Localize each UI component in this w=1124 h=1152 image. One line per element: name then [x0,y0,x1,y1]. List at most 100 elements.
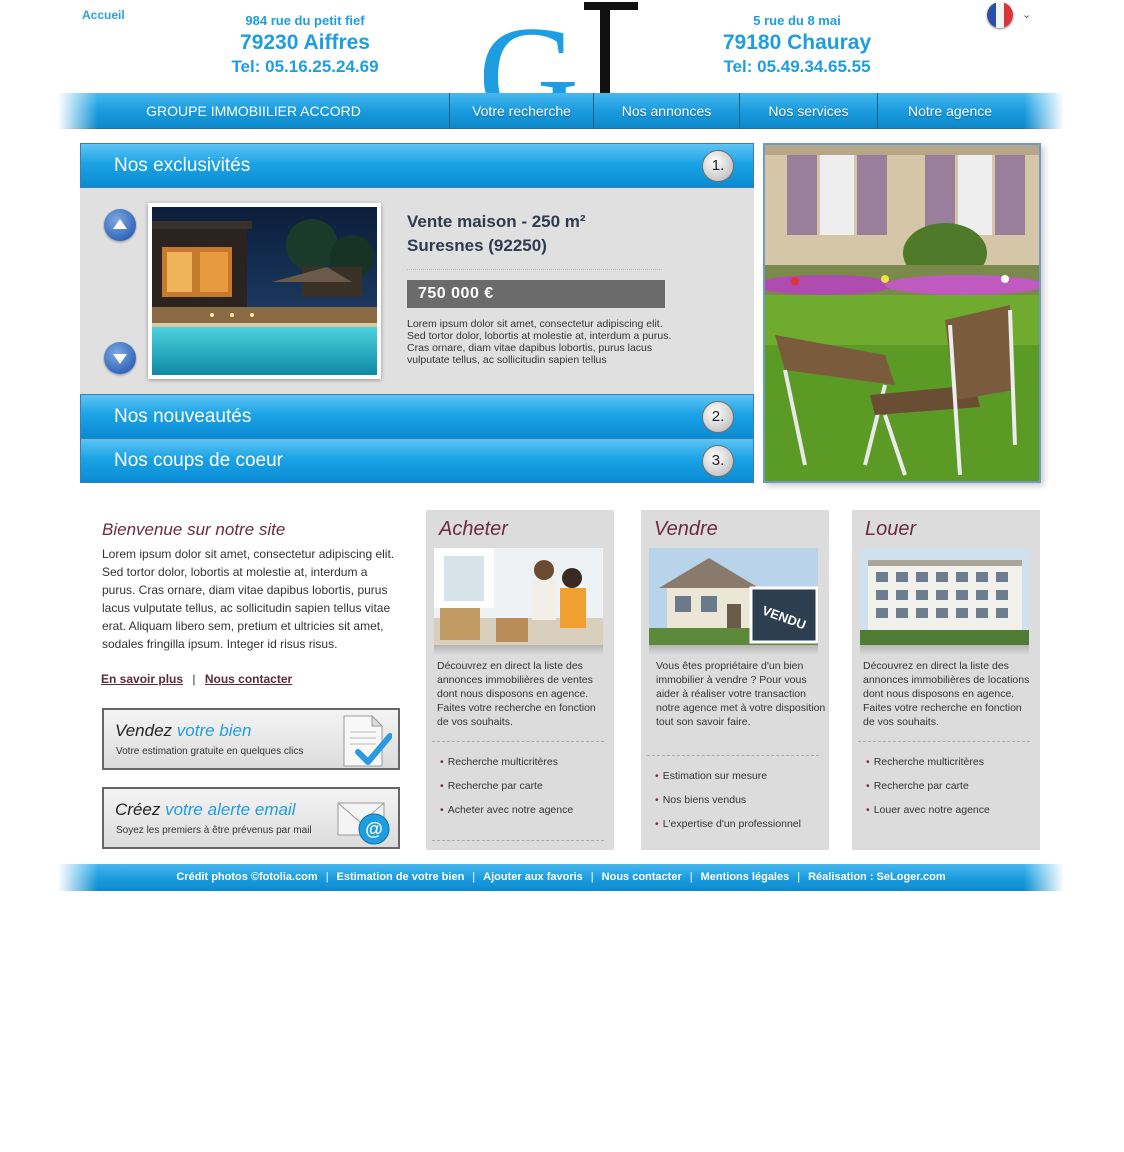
footer-separator: | [689,871,693,883]
tab-label: Nos exclusivités [114,155,251,176]
office-phone: Tel: 05.49.34.65.55 [723,57,871,76]
couple-moving-photo[interactable] [434,548,603,645]
promo-title-main: Créez [115,800,161,819]
tab-label: Nos coups de coeur [114,450,283,471]
footer-link-credits[interactable]: Crédit photos ©fotolia.com [176,871,317,883]
footer-bar: Crédit photos ©fotolia.com | Estimation de… [58,864,1064,891]
promo-title-accent: votre bien [176,721,252,740]
email-at-icon: @ [336,793,392,847]
tab-exclusivites[interactable]: Nos exclusivités 1. [80,143,754,188]
nav-brand[interactable]: GROUPE IMMOBIILIER ACCORD [58,93,449,129]
card-link[interactable]: Nos biens vendus [655,788,801,812]
card-link-list: Recherche multicritères Recherche par ca… [440,750,574,822]
tab-coups-de-coeur[interactable]: Nos coups de coeur 3. [80,438,754,483]
apartment-building-photo[interactable] [860,548,1029,645]
card-link-list: Recherche multicritères Recherche par ca… [866,750,990,822]
card-link[interactable]: Recherche multicritères [440,750,573,774]
card-rent: Louer Découvrez en direct la liste des a… [852,510,1040,850]
footer-links: Crédit photos ©fotolia.com | Estimation de… [58,864,1064,891]
promo-title-accent: votre alerte email [165,800,296,819]
card-title[interactable]: Vendre [654,518,718,541]
footer-separator: | [590,871,594,883]
office-city: 79180 Chauray [722,31,872,54]
sell-estimate-button[interactable]: Vendez votre bien Votre estimation gratu… [102,708,400,770]
svg-text:@: @ [365,819,383,839]
home-link[interactable]: Accueil [82,8,125,22]
office-address-chauray: 5 rue du 8 mai 79180 Chauray Tel: 05.49.… [697,13,897,77]
listing-description: Lorem ipsum dolor sit amet, consectetur … [407,318,672,366]
card-link-list: Estimation sur mesure Nos biens vendus L… [655,764,801,836]
office-street: 984 rue du petit fief [245,13,365,28]
document-check-icon [336,714,393,768]
photo-shadow [860,645,1029,655]
nav-item-recherche[interactable]: Votre recherche [449,93,593,129]
footer-separator: | [325,871,329,883]
nav-item-services[interactable]: Nos services [739,93,877,129]
nav-item-agence[interactable]: Notre agence [877,93,1022,129]
footer-link-contact[interactable]: Nous contacter [602,871,682,883]
card-link[interactable]: Acheter avec notre agence [440,798,574,822]
promo-title-main: Vendez [115,721,173,740]
footer-link-estimation[interactable]: Estimation de votre bien [337,871,465,883]
card-link[interactable]: Recherche par carte [440,774,573,798]
listing-price: 750 000 € [407,280,665,308]
office-address-aiffres: 984 rue du petit fief 79230 Aiffres Tel:… [205,13,405,77]
promo-title: Créez votre alerte email [115,800,295,820]
tab-number-badge: 2. [702,401,734,433]
card-buy: Acheter Découvrez en direct la liste des… [426,510,614,850]
listing-title-line2: Suresnes (92250) [407,236,547,255]
tab-label: Nos nouveautés [114,406,252,427]
listing-divider [407,269,662,270]
sold-house-photo[interactable]: VENDU [649,548,818,645]
card-description: Découvrez en direct la liste des annonce… [437,660,596,728]
tab-number-badge: 3. [702,445,734,477]
card-link[interactable]: Louer avec notre agence [866,798,990,822]
slide-up-arrow-icon[interactable] [104,209,136,241]
language-selector[interactable]: ⌄ [987,2,1037,28]
tab-nouveautes[interactable]: Nos nouveautés 2. [80,394,754,439]
office-city: 79230 Aiffres [240,31,370,54]
promo-subtitle: Soyez les premiers à être prévenus par m… [116,825,312,836]
footer-link-legal[interactable]: Mentions légales [701,871,790,883]
footer-separator: | [797,871,801,883]
contact-link[interactable]: Nous contacter [205,672,292,686]
card-link[interactable]: L'expertise d'un professionnel [655,812,801,836]
card-description: Vous êtes propriétaire d'un bien immobil… [656,660,826,728]
card-link[interactable]: Recherche par carte [866,774,990,798]
promo-subtitle: Votre estimation gratuite en quelques cl… [116,746,304,757]
card-link[interactable]: Estimation sur mesure [655,764,801,788]
footer-separator: | [472,871,476,883]
card-link[interactable]: Recherche multicritères [866,750,990,774]
listing-title-line1: Vente maison - 250 m² [407,212,586,231]
svg-text:G: G [484,2,579,94]
tab-number-badge: 1. [702,150,734,182]
footer-link-made-by[interactable]: Réalisation : SeLoger.com [808,871,946,883]
listing-title[interactable]: Vente maison - 250 m² Suresnes (92250) [407,210,586,258]
card-description: Découvrez en direct la liste des annonce… [863,660,1030,728]
agency-logo[interactable]: G [484,2,644,94]
main-nav: GROUPE IMMOBIILIER ACCORD Votre recherch… [58,93,1064,129]
email-alert-button[interactable]: Créez votre alerte email Soyez les premi… [102,787,400,849]
card-divider [432,741,604,742]
listing-photo[interactable] [148,203,381,379]
chevron-down-icon: ⌄ [1022,9,1032,21]
promo-title: Vendez votre bien [115,721,251,741]
card-title[interactable]: Louer [865,518,916,541]
card-divider [858,741,1030,742]
fr-flag-icon [987,2,1013,28]
slide-down-arrow-icon[interactable] [104,342,136,374]
nav-item-annonces[interactable]: Nos annonces [593,93,739,129]
welcome-title: Bienvenue sur notre site [102,520,286,539]
photo-shadow [434,645,603,655]
card-title[interactable]: Acheter [439,518,508,541]
featured-listings-panel: Nos exclusivités 1. Vente maison - 250 m… [80,143,754,483]
office-street: 5 rue du 8 mai [753,13,841,28]
welcome-text: Lorem ipsum dolor sit amet, consectetur … [102,547,395,651]
footer-link-favorites[interactable]: Ajouter aux favoris [483,871,583,883]
card-divider [647,755,819,756]
office-phone: Tel: 05.16.25.24.69 [231,57,379,76]
card-divider [432,840,604,841]
welcome-links: En savoir plus | Nous contacter [101,672,292,686]
more-info-link[interactable]: En savoir plus [101,672,183,686]
link-separator: | [192,672,196,686]
